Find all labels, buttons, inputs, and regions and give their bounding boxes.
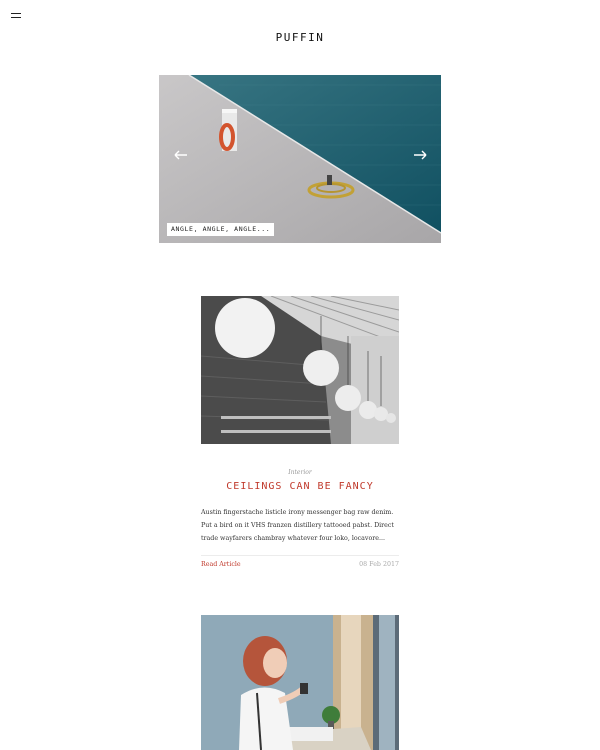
featured-slider-image[interactable] bbox=[159, 75, 441, 243]
ceiling-lamps-photo bbox=[201, 296, 399, 444]
arrow-right-icon[interactable] bbox=[413, 150, 427, 160]
read-article-link[interactable]: Read Article bbox=[201, 561, 241, 568]
post-featured-image[interactable] bbox=[201, 615, 399, 750]
arrow-left-icon[interactable] bbox=[174, 150, 188, 160]
menu-line bbox=[11, 13, 21, 14]
hamburger-menu-icon[interactable] bbox=[11, 11, 23, 21]
post-category-link[interactable]: Interior bbox=[0, 469, 600, 476]
site-title[interactable]: PUFFIN bbox=[0, 31, 600, 44]
post-excerpt: Austin fingerstache listicle irony messe… bbox=[201, 509, 394, 542]
menu-line bbox=[11, 17, 21, 18]
post-title-link[interactable]: CEILINGS CAN BE FANCY bbox=[0, 481, 600, 492]
divider bbox=[201, 555, 399, 556]
post-featured-image[interactable] bbox=[201, 296, 399, 444]
pier-photo bbox=[159, 75, 441, 243]
slide-caption[interactable]: ANGLE, ANGLE, ANGLE... bbox=[167, 223, 275, 236]
woman-with-phone-photo bbox=[201, 615, 399, 750]
post-date: 08 Feb 2017 bbox=[359, 561, 399, 568]
